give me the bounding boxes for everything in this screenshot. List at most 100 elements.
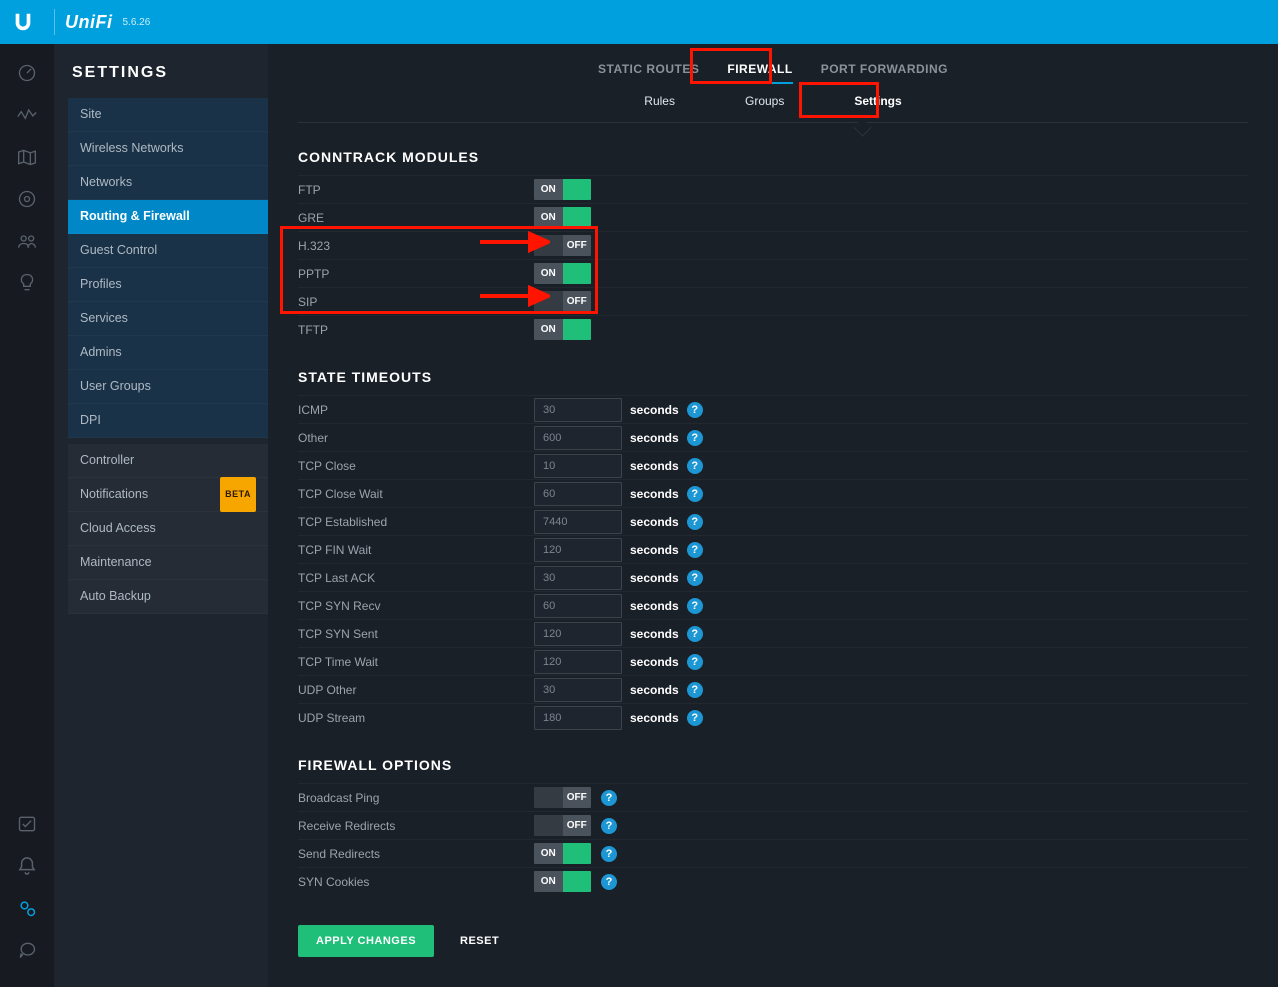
product-brand: UniFi (65, 12, 113, 33)
toggle-syn-cookies[interactable]: ON (534, 871, 591, 892)
subtab-rules[interactable]: Rules (644, 94, 675, 108)
help-icon[interactable]: ? (601, 790, 617, 806)
sidebar-item-wireless-networks[interactable]: Wireless Networks (68, 132, 268, 166)
help-icon[interactable]: ? (601, 874, 617, 890)
tab-port-forwarding[interactable]: PORT FORWARDING (821, 62, 948, 84)
apply-changes-button[interactable]: APPLY CHANGES (298, 925, 434, 957)
timeout-input-tcp-syn-sent[interactable] (534, 622, 622, 646)
row-label: ICMP (298, 403, 534, 417)
toggle-sip[interactable]: OFF (534, 291, 591, 312)
section-title-timeouts: STATE TIMEOUTS (298, 369, 1248, 385)
toggle-receive-redirects[interactable]: OFF (534, 815, 591, 836)
timeout-row-other: Otherseconds? (298, 423, 1248, 451)
unit-label: seconds (630, 403, 679, 417)
sidebar-item-services[interactable]: Services (68, 302, 268, 336)
timeout-input-tcp-close-wait[interactable] (534, 482, 622, 506)
help-icon[interactable]: ? (687, 542, 703, 558)
toggle-gre[interactable]: ON (534, 207, 591, 228)
conntrack-row-tftp: TFTPON (298, 315, 1248, 343)
conntrack-row-sip: SIPOFF (298, 287, 1248, 315)
timeout-input-tcp-syn-recv[interactable] (534, 594, 622, 618)
dashboard-icon[interactable] (12, 58, 42, 88)
help-icon[interactable]: ? (687, 458, 703, 474)
subtab-groups[interactable]: Groups (745, 94, 784, 108)
subtab-settings[interactable]: Settings (854, 94, 901, 108)
help-icon[interactable]: ? (687, 570, 703, 586)
timeout-input-udp-stream[interactable] (534, 706, 622, 730)
clients-icon[interactable] (12, 226, 42, 256)
sidebar-item-routing-firewall[interactable]: Routing & Firewall (68, 200, 268, 234)
sidebar-item-guest-control[interactable]: Guest Control (68, 234, 268, 268)
sidebar-item-label: Site (80, 98, 102, 131)
row-label: SIP (298, 295, 534, 309)
sidebar-item-label: Notifications (80, 478, 148, 511)
statistics-icon[interactable] (12, 100, 42, 130)
sidebar-item-dpi[interactable]: DPI (68, 404, 268, 438)
sidebar-item-label: DPI (80, 404, 101, 437)
toggle-ftp[interactable]: ON (534, 179, 591, 200)
ubiquiti-logo-icon (10, 9, 36, 35)
row-label: TCP Close (298, 459, 534, 473)
timeout-input-tcp-time-wait[interactable] (534, 650, 622, 674)
sidebar-item-site[interactable]: Site (68, 98, 268, 132)
help-icon[interactable]: ? (687, 402, 703, 418)
row-label: SYN Cookies (298, 875, 534, 889)
help-icon[interactable]: ? (687, 430, 703, 446)
reset-button[interactable]: RESET (454, 934, 505, 948)
devices-icon[interactable] (12, 184, 42, 214)
chat-icon[interactable] (12, 935, 42, 965)
help-icon[interactable]: ? (687, 710, 703, 726)
unit-label: seconds (630, 487, 679, 501)
timeout-input-tcp-last-ack[interactable] (534, 566, 622, 590)
left-icon-rail (0, 44, 54, 987)
help-icon[interactable]: ? (687, 486, 703, 502)
timeout-input-tcp-established[interactable] (534, 510, 622, 534)
map-icon[interactable] (12, 142, 42, 172)
toggle-h323[interactable]: OFF (534, 235, 591, 256)
sidebar-item-networks[interactable]: Networks (68, 166, 268, 200)
sidebar-item-profiles[interactable]: Profiles (68, 268, 268, 302)
toggle-send-redirects[interactable]: ON (534, 843, 591, 864)
sidebar-item-cloud-access[interactable]: Cloud Access (68, 512, 268, 546)
help-icon[interactable]: ? (687, 514, 703, 530)
sidebar-item-maintenance[interactable]: Maintenance (68, 546, 268, 580)
help-icon[interactable]: ? (687, 626, 703, 642)
sidebar-item-auto-backup[interactable]: Auto Backup (68, 580, 268, 614)
help-icon[interactable]: ? (687, 598, 703, 614)
timeout-row-tcp-last-ack: TCP Last ACKseconds? (298, 563, 1248, 591)
sidebar-item-label: Auto Backup (80, 580, 151, 613)
unit-label: seconds (630, 515, 679, 529)
tab-static-routes[interactable]: STATIC ROUTES (598, 62, 699, 84)
timeout-input-other[interactable] (534, 426, 622, 450)
alerts-icon[interactable] (12, 851, 42, 881)
help-icon[interactable]: ? (601, 846, 617, 862)
sidebar-item-controller[interactable]: Controller (68, 444, 268, 478)
help-icon[interactable]: ? (687, 682, 703, 698)
tab-firewall[interactable]: FIREWALL (727, 62, 792, 84)
sidebar-item-user-groups[interactable]: User Groups (68, 370, 268, 404)
unit-label: seconds (630, 627, 679, 641)
help-icon[interactable]: ? (687, 654, 703, 670)
timeout-input-udp-other[interactable] (534, 678, 622, 702)
row-label: UDP Other (298, 683, 534, 697)
tab-divider (298, 122, 1248, 123)
sidebar-item-admins[interactable]: Admins (68, 336, 268, 370)
help-icon[interactable]: ? (601, 818, 617, 834)
timeout-input-icmp[interactable] (534, 398, 622, 422)
timeout-input-tcp-close[interactable] (534, 454, 622, 478)
section-title-fwoptions: FIREWALL OPTIONS (298, 757, 1248, 773)
header-divider (54, 9, 55, 35)
toggle-tftp[interactable]: ON (534, 319, 591, 340)
toggle-pptp[interactable]: ON (534, 263, 591, 284)
sidebar-item-notifications[interactable]: NotificationsBETA (68, 478, 268, 512)
events-icon[interactable] (12, 809, 42, 839)
sidebar-item-label: Admins (80, 336, 122, 369)
row-label: TCP Time Wait (298, 655, 534, 669)
insights-icon[interactable] (12, 268, 42, 298)
settings-icon[interactable] (12, 893, 42, 923)
product-version: 5.6.26 (123, 17, 151, 28)
timeout-input-tcp-fin-wait[interactable] (534, 538, 622, 562)
toggle-broadcast-ping[interactable]: OFF (534, 787, 591, 808)
unit-label: seconds (630, 683, 679, 697)
row-label: PPTP (298, 267, 534, 281)
